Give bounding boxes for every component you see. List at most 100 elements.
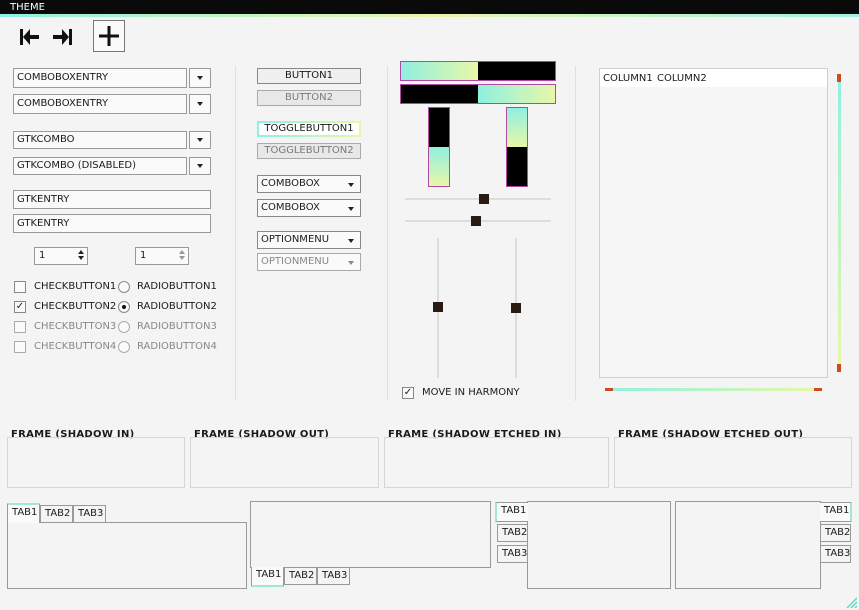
frame-etched-in [384, 437, 609, 488]
frame-shadow-in [7, 437, 185, 488]
progress-fill [401, 62, 478, 80]
notebook-top-panel [7, 522, 247, 589]
chevron-down-icon [197, 138, 203, 142]
column-separator [387, 66, 388, 401]
progressbar-horizontal-2 [400, 84, 556, 104]
progress-fill [507, 108, 527, 147]
optionmenu-2-value: OPTIONMENU [261, 256, 330, 267]
gtkentry-1[interactable]: GTKENTRY [13, 190, 211, 209]
add-icon [99, 26, 119, 46]
notebook-right-panel [675, 501, 821, 589]
notebook-bottom-panel [250, 501, 491, 568]
checkbutton-3-label: CHECKBUTTON3 [34, 321, 117, 332]
notebook-bottom-tab-1[interactable]: TAB1 [251, 567, 284, 587]
combobox-1[interactable]: COMBOBOX [257, 175, 361, 193]
button-2: BUTTON2 [257, 90, 361, 106]
chevron-down-icon [348, 183, 354, 187]
chevron-down-icon [348, 239, 354, 243]
radiobutton-2-circle[interactable] [118, 301, 130, 313]
radiobutton-3-circle [118, 321, 130, 333]
notebook-top-tab-1[interactable]: TAB1 [7, 503, 40, 523]
hscale-1-track[interactable] [405, 198, 551, 200]
column-header-1[interactable]: COLUMN1 [603, 73, 653, 84]
radiobutton-3-label: RADIOBUTTON3 [137, 321, 217, 332]
resize-grip-icon[interactable] [845, 596, 857, 608]
radiobutton-2-label[interactable]: RADIOBUTTON2 [137, 301, 217, 312]
vertical-scrollbar[interactable] [838, 74, 841, 372]
notebook-right-tab-2[interactable]: TAB2 [820, 524, 851, 542]
togglebutton-1[interactable]: TOGGLEBUTTON1 [257, 121, 361, 137]
radiobutton-1-circle[interactable] [118, 281, 130, 293]
scrollbar-bottom-handle[interactable] [837, 364, 841, 372]
notebook-bottom-tab-3[interactable]: TAB3 [317, 567, 350, 585]
checkbutton-4-label: CHECKBUTTON4 [34, 341, 117, 352]
notebook-top-tab-3[interactable]: TAB3 [73, 505, 106, 523]
optionmenu-2: OPTIONMENU [257, 253, 361, 271]
spinbutton-2-value: 1 [140, 250, 147, 261]
progress-fill [478, 85, 555, 103]
notebook-bottom-tab-2[interactable]: TAB2 [284, 567, 317, 585]
checkbutton-1-box[interactable] [14, 281, 26, 293]
hscale-1-knob[interactable] [479, 194, 489, 204]
column-header-2[interactable]: COLUMN2 [657, 73, 707, 84]
gtkcombo[interactable]: GTKCOMBO [13, 131, 187, 149]
frame-shadow-out [190, 437, 379, 488]
scrollbar-left-handle[interactable] [605, 388, 613, 391]
comboboxentry-2[interactable]: COMBOBOXENTRY [13, 94, 187, 114]
goto-first-button[interactable] [14, 22, 44, 52]
vscale-2-knob[interactable] [511, 303, 521, 313]
move-in-harmony-box[interactable]: ✓ [402, 387, 414, 399]
chevron-down-icon [348, 207, 354, 211]
comboboxentry-1-dropdown[interactable] [189, 68, 211, 88]
combobox-2-value: COMBOBOX [261, 202, 320, 213]
spinbutton-2[interactable]: 1 [135, 247, 189, 265]
comboboxentry-1[interactable]: COMBOBOXENTRY [13, 68, 187, 88]
optionmenu-1[interactable]: OPTIONMENU [257, 231, 361, 249]
notebook-left-tab-2[interactable]: TAB2 [497, 524, 528, 542]
move-in-harmony-label[interactable]: MOVE IN HARMONY [422, 387, 520, 398]
combobox-1-value: COMBOBOX [261, 178, 320, 189]
checkbutton-4-box [14, 341, 26, 353]
hscale-2-knob[interactable] [471, 216, 481, 226]
chevron-down-icon [197, 76, 203, 80]
horizontal-scrollbar[interactable] [605, 388, 822, 391]
combobox-2[interactable]: COMBOBOX [257, 199, 361, 217]
checkbutton-1-label[interactable]: CHECKBUTTON1 [34, 281, 116, 292]
tree-view[interactable]: COLUMN1 COLUMN2 [599, 68, 828, 378]
gtkcombo-disabled: GTKCOMBO (DISABLED) [13, 157, 187, 175]
progressbar-vertical-1 [428, 107, 450, 187]
goto-last-button[interactable] [48, 22, 78, 52]
vscale-1-knob[interactable] [433, 302, 443, 312]
checkbutton-2-box[interactable]: ✓ [14, 301, 26, 313]
add-button[interactable] [93, 20, 125, 52]
notebook-left-tab-1[interactable]: TAB1 [495, 502, 528, 522]
notebook-left-panel [527, 501, 671, 589]
scrollbar-top-handle[interactable] [837, 74, 841, 82]
comboboxentry-2-dropdown[interactable] [189, 94, 211, 114]
scrollbar-right-handle[interactable] [814, 388, 822, 391]
gtkentry-2[interactable]: GTKENTRY [13, 214, 211, 233]
frame-etched-out [614, 437, 852, 488]
chevron-down-icon [348, 261, 354, 265]
spin-arrows-icon[interactable] [179, 250, 185, 260]
gtkcombo-dropdown[interactable] [189, 131, 211, 149]
title-accent-bar [0, 14, 859, 17]
spinbutton-1[interactable]: 1 [34, 247, 88, 265]
checkbutton-2-label[interactable]: CHECKBUTTON2 [34, 301, 116, 312]
button-1[interactable]: BUTTON1 [257, 68, 361, 84]
chevron-down-icon [197, 164, 203, 168]
radiobutton-4-label: RADIOBUTTON4 [137, 341, 217, 352]
gtkcombo-disabled-dropdown [189, 157, 211, 175]
goto-first-icon [20, 29, 39, 45]
radiobutton-4-circle [118, 341, 130, 353]
notebook-top-tab-2[interactable]: TAB2 [40, 505, 73, 523]
notebook-left-tab-3[interactable]: TAB3 [497, 545, 528, 563]
spin-arrows-icon[interactable] [78, 250, 84, 260]
notebook-right-tab-3[interactable]: TAB3 [820, 545, 851, 563]
column-separator [235, 66, 236, 401]
notebook-right-tab-1[interactable]: TAB1 [820, 502, 852, 522]
column-separator [575, 66, 576, 401]
progressbar-vertical-2 [506, 107, 528, 187]
spinbutton-1-value: 1 [39, 250, 46, 261]
radiobutton-1-label[interactable]: RADIOBUTTON1 [137, 281, 217, 292]
